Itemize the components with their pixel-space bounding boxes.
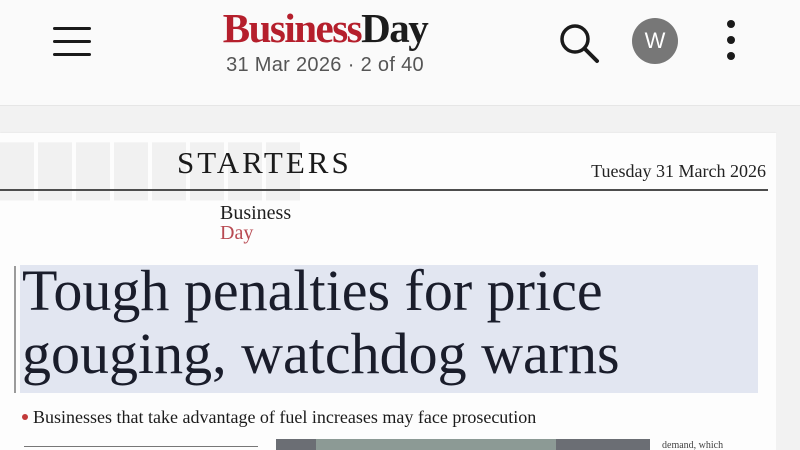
column-divider	[24, 446, 258, 447]
selection-handle[interactable]	[14, 266, 16, 393]
bullet-icon	[22, 414, 28, 420]
standfirst-text: Businesses that take advantage of fuel i…	[33, 407, 537, 427]
edition-date: Tuesday 31 March 2026	[591, 161, 766, 181]
brand-logo-part2: Day	[361, 5, 429, 51]
search-icon[interactable]	[556, 20, 602, 66]
column-text-snippet: demand, which	[662, 440, 724, 450]
newspaper-page[interactable]: ████████ STARTERS Tuesday 31 March 2026 …	[0, 133, 776, 450]
article-standfirst[interactable]: Businesses that take advantage of fuel i…	[22, 407, 536, 428]
section-logo: Business Day	[220, 203, 291, 243]
more-vertical-icon[interactable]	[722, 20, 740, 64]
brand-logo[interactable]: BusinessDay	[200, 4, 450, 52]
separator: ·	[347, 54, 355, 76]
edition-date-short: 31 Mar 2026	[226, 54, 342, 76]
section-logo-line1: Business	[220, 202, 292, 224]
edition-info: 31 Mar 2026 · 2 of 40	[200, 54, 450, 77]
brand-logo-part1: Business	[222, 5, 363, 51]
section-divider	[0, 189, 768, 191]
menu-icon[interactable]	[53, 25, 93, 59]
photo-detail	[316, 439, 556, 450]
reader-background	[776, 133, 800, 450]
page-counter: 2 of 40	[360, 54, 424, 76]
headline-line-1: Tough penalties for price	[22, 258, 603, 323]
avatar[interactable]: W	[632, 18, 678, 64]
brand-header: BusinessDay 31 Mar 2026 · 2 of 40	[200, 4, 450, 77]
section-title: STARTERS	[177, 145, 352, 180]
article-photo[interactable]	[276, 439, 650, 450]
top-app-bar: BusinessDay 31 Mar 2026 · 2 of 40 W	[0, 0, 800, 106]
headline-line-2: gouging, watchdog warns	[22, 321, 620, 386]
article-headline[interactable]: Tough penalties for price gouging, watch…	[22, 259, 774, 385]
section-logo-line2: Day	[220, 222, 254, 244]
